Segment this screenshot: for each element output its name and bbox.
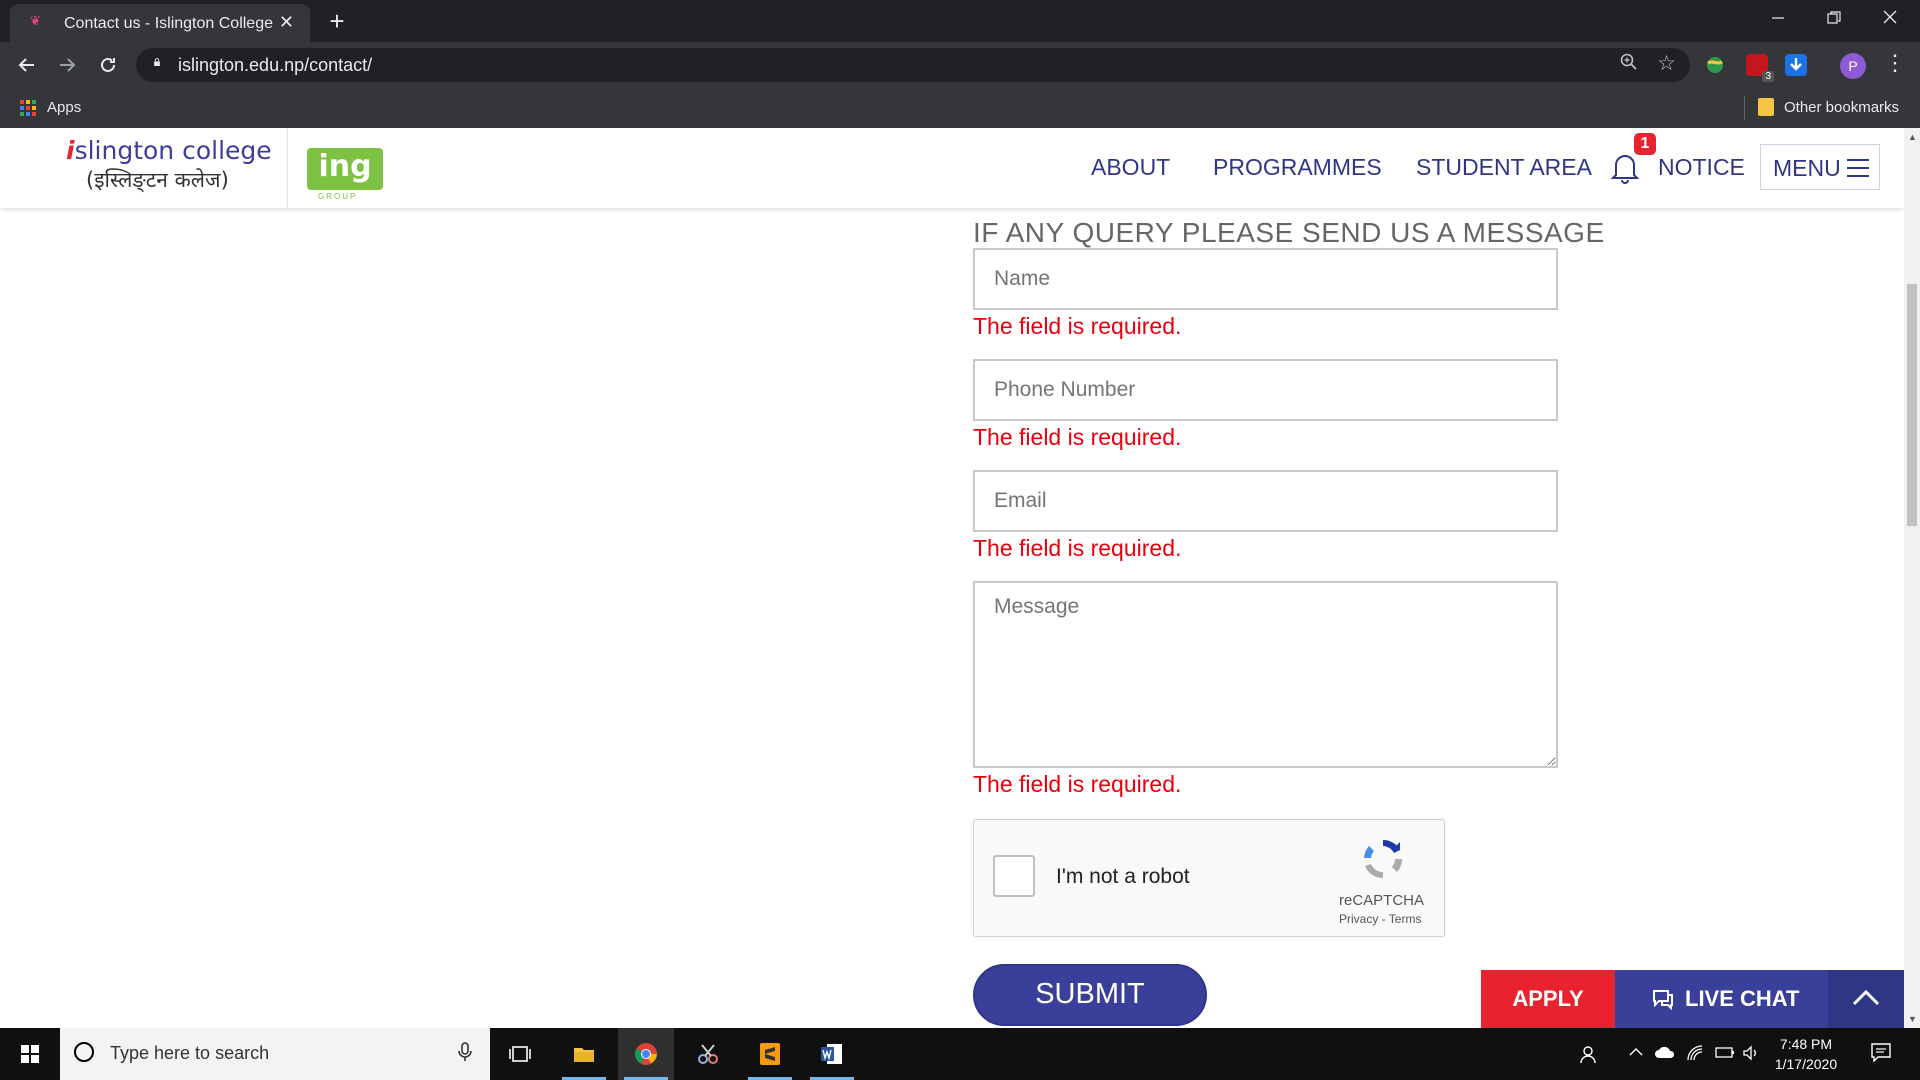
close-window-icon[interactable]	[1860, 0, 1920, 42]
scroll-up-icon[interactable]: ▲	[1908, 132, 1917, 142]
bookmarks-bar: Apps Other bookmarks	[0, 88, 1920, 128]
nav-student-area[interactable]: STUDENT AREA	[1416, 154, 1592, 181]
browser-toolbar: islington.edu.np/contact/ ☆ 3 P ⋮	[0, 42, 1920, 88]
chat-bubble-icon	[1653, 990, 1673, 1010]
name-field[interactable]	[973, 248, 1558, 310]
bookmarks-separator	[1744, 96, 1745, 120]
lock-icon	[154, 58, 160, 66]
recaptcha-links[interactable]: Privacy - Terms	[1339, 912, 1421, 926]
recaptcha-logo-icon	[1364, 839, 1403, 879]
phone-error: The field is required.	[973, 424, 1182, 450]
chrome-app-icon[interactable]	[618, 1028, 674, 1080]
chevron-up-tray-icon[interactable]	[1628, 1044, 1644, 1065]
action-center-icon[interactable]	[1870, 1042, 1892, 1062]
taskbar-search[interactable]: Type here to search	[60, 1028, 490, 1080]
logo-text: slington college	[74, 136, 272, 165]
browser-menu-icon[interactable]: ⋮	[1884, 50, 1906, 76]
other-bookmarks-label: Other bookmarks	[1784, 99, 1900, 116]
clock-time: 7:48 PM	[1779, 1036, 1833, 1052]
site-header: islington college (इस्लिङ्टन कलेज) ing G…	[0, 128, 1904, 208]
favicon-icon: ❦	[30, 13, 41, 28]
task-view-icon[interactable]	[492, 1028, 548, 1080]
sublime-text-icon[interactable]	[742, 1028, 798, 1080]
page-viewport: islington college (इस्लिङ्टन कलेज) ing G…	[0, 128, 1904, 1028]
hamburger-icon	[1847, 159, 1869, 183]
form-title: IF ANY QUERY PLEASE SEND US A MESSAGE	[973, 217, 1605, 248]
people-icon[interactable]	[1580, 1044, 1600, 1069]
nav-about[interactable]: ABOUT	[1091, 154, 1170, 181]
url-text[interactable]: islington.edu.np/contact/	[178, 55, 372, 76]
browser-tab[interactable]: ❦ Contact us - Islington College ✕	[10, 4, 310, 42]
ing-group-logo[interactable]: ing	[307, 148, 383, 190]
page-scrollbar[interactable]: ▲ ▼	[1904, 128, 1920, 1028]
windows-taskbar: Type here to search 7:48 PM 1/17/2020	[0, 1028, 1920, 1080]
back-icon[interactable]	[12, 50, 42, 80]
volume-icon[interactable]	[1742, 1044, 1760, 1067]
profile-avatar[interactable]: P	[1840, 53, 1866, 79]
apply-button[interactable]: APPLY	[1481, 970, 1615, 1028]
extension-badge: 3	[1762, 71, 1774, 82]
nav-notice[interactable]: NOTICE	[1658, 154, 1745, 181]
name-error: The field is required.	[973, 313, 1182, 339]
browser-tab-strip: ❦ Contact us - Islington College ✕ +	[0, 0, 1920, 42]
reload-icon[interactable]	[93, 50, 123, 80]
logo-i-mark: i	[66, 136, 75, 165]
extension-download-icon[interactable]	[1785, 54, 1807, 76]
chevron-up-icon	[1852, 989, 1880, 1006]
scroll-to-top-button[interactable]	[1828, 970, 1904, 1028]
extension-globe-icon[interactable]	[1704, 54, 1726, 76]
system-clock[interactable]: 7:48 PM 1/17/2020	[1766, 1034, 1846, 1074]
recaptcha-checkbox[interactable]	[993, 855, 1035, 897]
email-error: The field is required.	[973, 535, 1182, 561]
header-divider	[287, 128, 288, 208]
clock-date: 1/17/2020	[1774, 1056, 1838, 1072]
scroll-down-icon[interactable]: ▼	[1908, 1014, 1917, 1024]
file-explorer-icon[interactable]	[556, 1028, 612, 1080]
menu-button[interactable]: MENU	[1760, 144, 1880, 190]
cortana-icon	[74, 1042, 94, 1062]
scrollbar-thumb[interactable]	[1907, 284, 1917, 526]
recaptcha-brand: reCAPTCHA	[1339, 892, 1425, 909]
notice-badge: 1	[1634, 133, 1656, 155]
live-chat-label: LIVE CHAT	[1685, 986, 1800, 1011]
tab-close-icon[interactable]: ✕	[279, 12, 294, 33]
forward-icon[interactable]	[52, 50, 82, 80]
new-tab-button[interactable]: +	[322, 6, 352, 36]
apps-shortcut[interactable]: Apps	[47, 99, 81, 116]
college-logo[interactable]: islington college	[66, 136, 272, 165]
nav-programmes[interactable]: PROGRAMMES	[1213, 154, 1382, 181]
wifi-icon[interactable]	[1686, 1044, 1704, 1067]
recaptcha-widget: I'm not a robot reCAPTCHA Privacy - Term…	[973, 819, 1445, 937]
submit-button[interactable]: SUBMIT	[973, 964, 1207, 1026]
email-field[interactable]	[973, 470, 1558, 532]
zoom-icon[interactable]	[1620, 53, 1638, 76]
message-error: The field is required.	[973, 771, 1182, 797]
snipping-tool-icon[interactable]	[680, 1028, 736, 1080]
ing-group-sub: GROUP	[318, 192, 358, 201]
bell-icon[interactable]	[1610, 150, 1640, 184]
restore-icon[interactable]	[1804, 0, 1864, 42]
taskbar-search-placeholder: Type here to search	[110, 1043, 270, 1063]
windows-start-icon[interactable]	[21, 1045, 39, 1063]
battery-icon[interactable]	[1714, 1044, 1736, 1065]
address-bar[interactable]: islington.edu.np/contact/ ☆	[136, 48, 1690, 82]
bookmark-star-icon[interactable]: ☆	[1657, 51, 1676, 76]
logo-devanagari: (इस्लिङ्टन कलेज)	[86, 168, 229, 192]
microphone-icon[interactable]	[458, 1042, 472, 1067]
phone-field[interactable]	[973, 359, 1558, 421]
other-bookmarks[interactable]: Other bookmarks	[1758, 99, 1899, 116]
word-app-icon[interactable]	[804, 1028, 860, 1080]
apps-grid-icon[interactable]	[20, 100, 36, 116]
onedrive-icon[interactable]	[1654, 1044, 1676, 1065]
tab-title: Contact us - Islington College	[64, 15, 273, 32]
message-field[interactable]	[973, 581, 1558, 768]
minimize-icon[interactable]	[1748, 0, 1808, 42]
extension-ublock-icon[interactable]: 3	[1746, 54, 1774, 82]
menu-label: MENU	[1773, 155, 1841, 181]
recaptcha-label: I'm not a robot	[1056, 865, 1190, 888]
live-chat-button[interactable]: LIVE CHAT	[1615, 970, 1828, 1028]
